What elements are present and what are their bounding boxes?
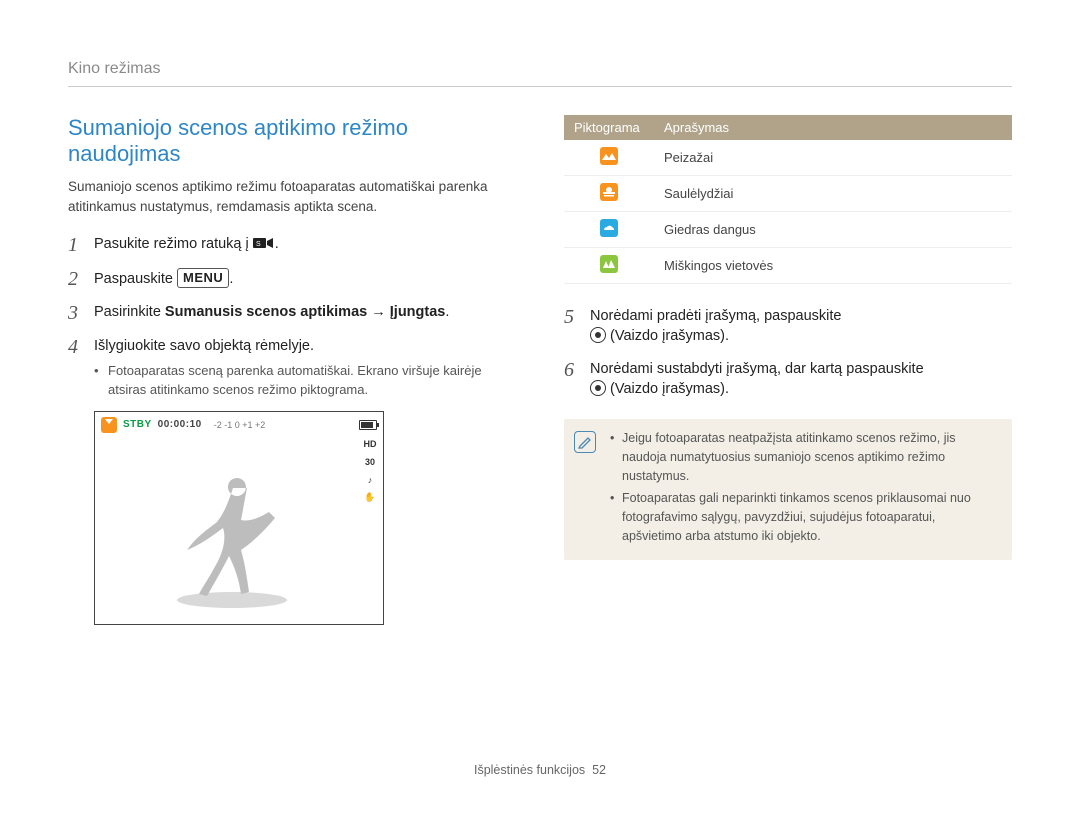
- scene-detected-icon: [101, 417, 117, 433]
- menu-button-icon: MENU: [177, 268, 229, 288]
- step-text: .: [229, 271, 233, 287]
- step-subtext: Fotoaparatas sceną parenka automatiškai.…: [94, 362, 516, 398]
- table-cell-icon: [564, 248, 654, 284]
- table-cell-icon: [564, 176, 654, 212]
- stabilizer-icon: ✋: [362, 493, 378, 503]
- step-text: Paspauskite: [94, 271, 177, 287]
- svg-text:S: S: [256, 241, 261, 248]
- step-text: (Vaizdo įrašymas).: [606, 328, 729, 344]
- table-cell-desc: Giedras dangus: [654, 212, 1012, 248]
- icon-table: Piktograma Aprašymas PeizažaiSaulėlydžia…: [564, 115, 1012, 284]
- table-head-desc: Aprašymas: [654, 115, 1012, 140]
- page-section-header: Kino režimas: [68, 60, 1012, 87]
- hd-icon: HD: [362, 440, 378, 450]
- step-bold: Sumanusis scenos aptikimas: [165, 304, 367, 320]
- table-row: Giedras dangus: [564, 212, 1012, 248]
- note-box: Jeigu fotoaparatas neatpažįsta atitinkam…: [564, 419, 1012, 560]
- table-cell-desc: Peizažai: [654, 140, 1012, 176]
- battery-icon: [359, 420, 377, 430]
- note-item: Fotoaparatas gali neparinkti tinkamos sc…: [610, 489, 998, 545]
- sky-icon: [600, 219, 618, 237]
- step-number: 6: [564, 359, 590, 381]
- table-cell-desc: Saulėlydžiai: [654, 176, 1012, 212]
- step-number: 5: [564, 306, 590, 328]
- step-text: .: [275, 236, 279, 252]
- step-text: (Vaizdo įrašymas).: [606, 381, 729, 397]
- footer-label: Išplėstinės funkcijos: [474, 763, 585, 777]
- table-row: Peizažai: [564, 140, 1012, 176]
- movie-mode-icon: S: [253, 236, 275, 250]
- record-button-icon: [590, 380, 606, 396]
- step-number: 4: [68, 336, 94, 358]
- step-body: Paspauskite MENU.: [94, 268, 233, 289]
- step-body: Pasirinkite Sumanusis scenos aptikimas →…: [94, 302, 449, 322]
- step-text: Pasirinkite: [94, 304, 165, 320]
- table-cell-icon: [564, 212, 654, 248]
- footer-page: 52: [592, 763, 606, 777]
- table-cell-icon: [564, 140, 654, 176]
- step-text: Pasukite režimo ratuką į: [94, 236, 253, 252]
- right-column: Piktograma Aprašymas PeizažaiSaulėlydžia…: [564, 115, 1012, 625]
- steps-list-left: 1 Pasukite režimo ratuką į S . 2 Paspaus…: [68, 234, 516, 399]
- audio-icon: ♪: [362, 476, 378, 486]
- table-row: Saulėlydžiai: [564, 176, 1012, 212]
- step-number: 2: [68, 268, 94, 290]
- left-column: Sumaniojo scenos aptikimo režimo naudoji…: [68, 115, 516, 625]
- forest-icon: [600, 255, 618, 273]
- camera-lcd-preview: STBY 00:00:10 -2 -1 0 +1 +2 HD 30 ♪ ✋: [94, 411, 384, 625]
- step-text: →: [367, 304, 390, 320]
- table-head-icon: Piktograma: [564, 115, 654, 140]
- table-cell-desc: Miškingos vietovės: [654, 248, 1012, 284]
- step-body: Pasukite režimo ratuką į S .: [94, 234, 279, 254]
- stby-label: STBY: [123, 419, 152, 430]
- step-body: Norėdami sustabdyti įrašymą, dar kartą p…: [590, 359, 924, 400]
- section-title: Sumaniojo scenos aptikimo režimo naudoji…: [68, 115, 516, 167]
- step-number: 1: [68, 234, 94, 256]
- page-footer: Išplėstinės funkcijos 52: [0, 763, 1080, 777]
- step-body: Norėdami pradėti įrašymą, paspauskite (V…: [590, 306, 841, 347]
- step-text: Norėdami sustabdyti įrašymą, dar kartą p…: [590, 361, 924, 377]
- dancer-silhouette: [157, 460, 307, 610]
- step-text: Išlygiuokite savo objektą rėmelyje.: [94, 338, 314, 354]
- ev-scale: -2 -1 0 +1 +2: [214, 420, 266, 430]
- table-row: Miškingos vietovės: [564, 248, 1012, 284]
- record-button-icon: [590, 327, 606, 343]
- timecode: 00:00:10: [158, 419, 202, 430]
- step-body: Išlygiuokite savo objektą rėmelyje. Foto…: [94, 336, 516, 399]
- landscape-icon: [600, 147, 618, 165]
- note-icon: [574, 431, 596, 453]
- sunset-icon: [600, 183, 618, 201]
- step-number: 3: [68, 302, 94, 324]
- intro-text: Sumaniojo scenos aptikimo režimu fotoapa…: [68, 177, 516, 216]
- step-text: .: [445, 304, 449, 320]
- step-text: Norėdami pradėti įrašymą, paspauskite: [590, 308, 841, 324]
- step-bold: Įjungtas: [390, 304, 446, 320]
- fps-icon: 30: [362, 458, 378, 468]
- note-item: Jeigu fotoaparatas neatpažįsta atitinkam…: [610, 429, 998, 485]
- steps-list-right: 5 Norėdami pradėti įrašymą, paspauskite …: [564, 306, 1012, 399]
